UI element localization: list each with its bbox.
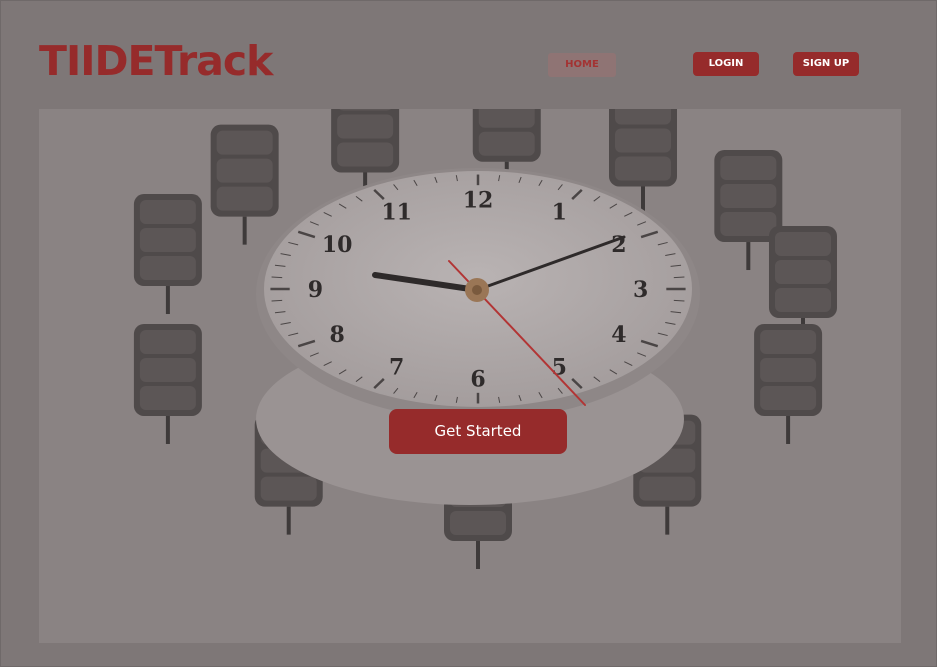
chair-cushion (478, 131, 535, 156)
chair-cushion (615, 128, 671, 153)
chair-cushion (760, 357, 817, 382)
clock-numeral: 8 (329, 322, 344, 348)
chair-cushion (339, 109, 392, 111)
chair-cushion (720, 184, 777, 209)
hero-background-image: 12 1 2 3 4 5 6 7 8 9 10 11 (39, 109, 901, 643)
chair-cushion (139, 256, 196, 281)
chair-cushion (774, 232, 831, 257)
chair-cushion (478, 109, 535, 128)
clock-numeral: 9 (308, 277, 323, 303)
logo-text[interactable]: TIIDETrack (39, 37, 273, 85)
chair-cushion (216, 186, 273, 211)
clock-tick (271, 299, 283, 302)
nav-home-link[interactable]: HOME (548, 53, 616, 77)
clock-numeral: 3 (633, 277, 648, 303)
clock-tick (673, 276, 685, 279)
chair-cushion (216, 130, 273, 155)
clock-tick (673, 299, 685, 302)
chair-cushion (615, 109, 671, 125)
chair-cushion (139, 200, 196, 225)
chair-cushion (139, 228, 196, 253)
chair-cushion (337, 142, 394, 167)
chair-cushion (720, 212, 777, 237)
clock-numeral: 6 (470, 367, 485, 393)
chair-cushion (774, 288, 831, 313)
chair-cushion (450, 511, 506, 535)
clock-numeral: 11 (381, 199, 412, 225)
clock-center-dot (472, 285, 482, 295)
clock-numeral: 10 (322, 232, 353, 258)
login-button[interactable]: LOGIN (693, 52, 759, 76)
chair-cushion (216, 158, 273, 183)
clock-numeral: 4 (611, 322, 626, 348)
chair-cushion (139, 357, 196, 382)
clock-tick (271, 276, 283, 279)
clock-numeral: 12 (463, 187, 494, 213)
chair-cushion (720, 156, 777, 181)
clock-numeral: 1 (552, 199, 567, 225)
chair-cushion (760, 329, 817, 354)
chair-cushion (260, 476, 317, 501)
page-frame: 12 1 2 3 4 5 6 7 8 9 10 11 TIIDETrack HOME LOGIN SI… (0, 0, 937, 667)
chair-cushion (139, 385, 196, 410)
site-header: TIIDETrack HOME LOGIN SIGN UP (1, 1, 936, 109)
clock-numeral: 7 (389, 355, 404, 381)
meeting-clock-illustration: 12 1234567891011 (39, 109, 901, 643)
chair-cushion (615, 156, 671, 181)
chair-cushion (337, 114, 394, 139)
chair-cushion (760, 385, 817, 410)
chair-cushion (639, 476, 696, 501)
get-started-button[interactable]: Get Started (389, 409, 567, 454)
signup-button[interactable]: SIGN UP (793, 52, 859, 76)
chair-cushion (139, 329, 196, 354)
chair-cushion (774, 260, 831, 285)
